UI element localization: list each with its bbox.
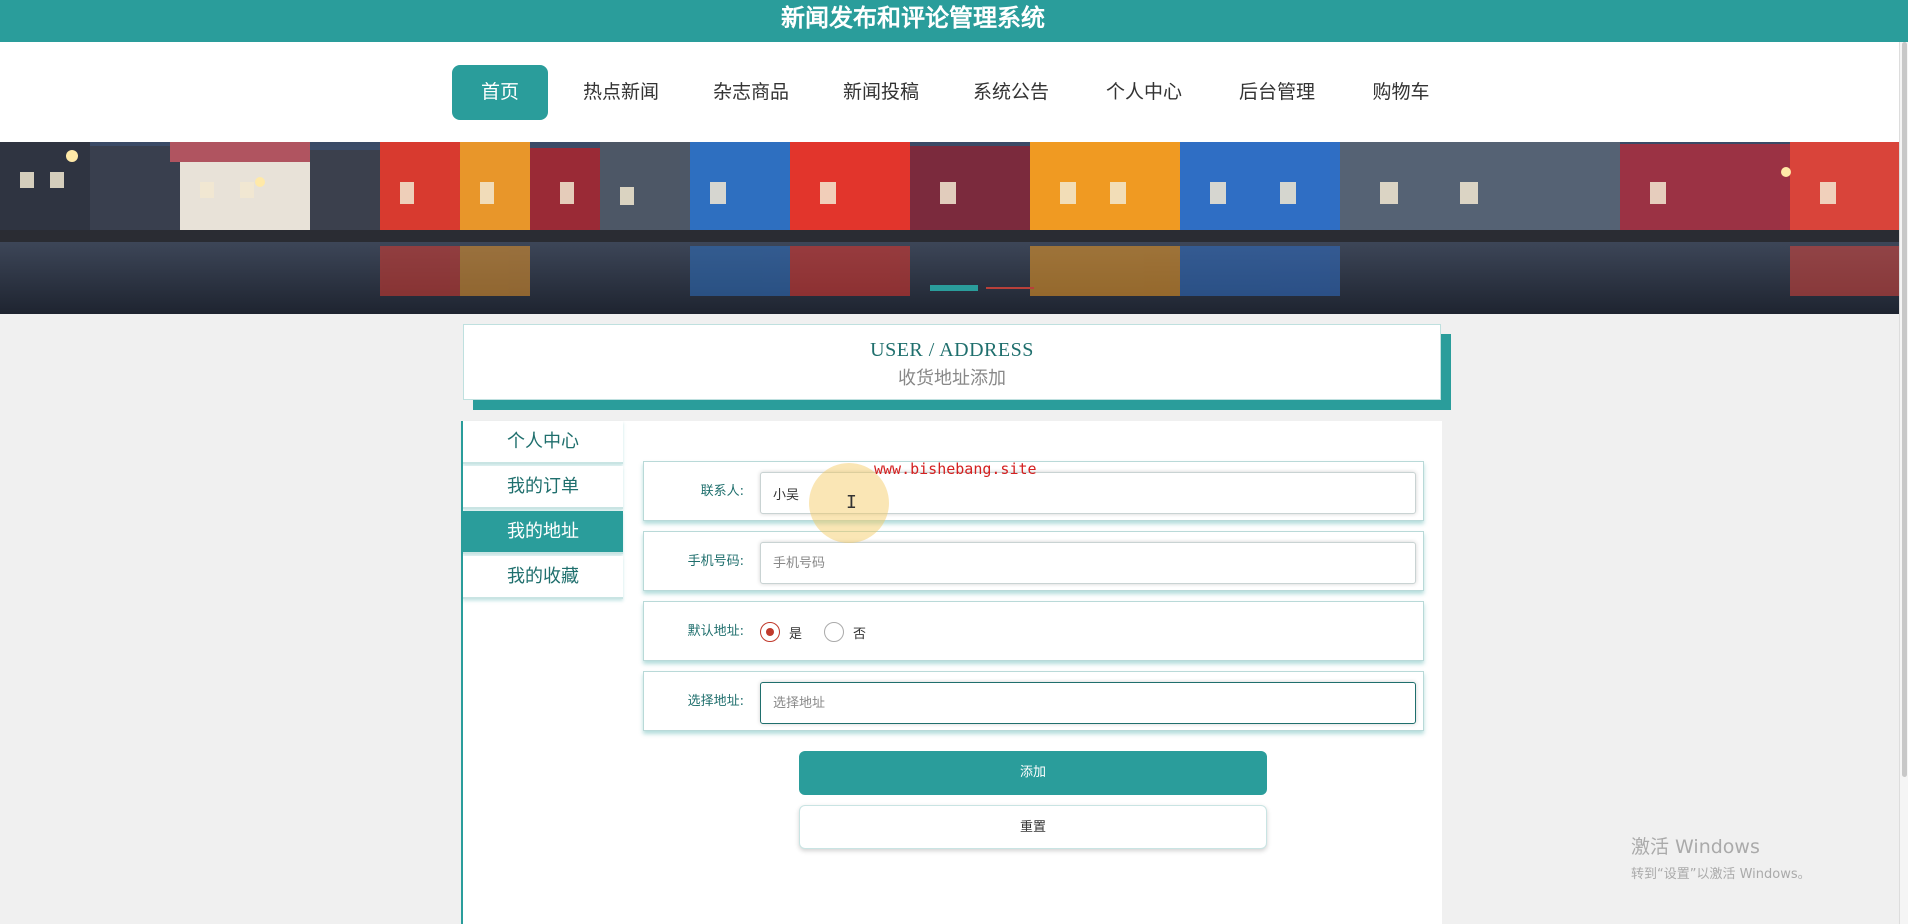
nav-item-admin[interactable]: 后台管理 bbox=[1226, 65, 1328, 120]
page-title-en: USER / ADDRESS bbox=[870, 339, 1034, 361]
side-item-my-orders[interactable]: 我的订单 bbox=[463, 466, 623, 509]
radio-checked-icon[interactable] bbox=[760, 622, 780, 642]
form-row-select-address: 选择地址: bbox=[643, 671, 1424, 731]
phone-input[interactable] bbox=[760, 542, 1416, 584]
scrollbar-thumb[interactable] bbox=[1902, 42, 1907, 777]
main-nav: 首页 热点新闻 杂志商品 新闻投稿 系统公告 个人中心 后台管理 购物车 bbox=[0, 42, 1908, 142]
side-item-my-address[interactable]: 我的地址 bbox=[463, 511, 623, 554]
site-title: 新闻发布和评论管理系统 bbox=[781, 4, 1045, 32]
form-row-default-address: 默认地址: 是 否 bbox=[643, 601, 1424, 661]
radio-option-no[interactable]: 否 bbox=[824, 622, 866, 642]
radio-unchecked-icon[interactable] bbox=[824, 622, 845, 642]
nav-item-announcements[interactable]: 系统公告 bbox=[960, 65, 1062, 120]
phone-label: 手机号码: bbox=[687, 554, 744, 569]
form-row-phone: 手机号码: bbox=[643, 531, 1424, 591]
banner-image bbox=[0, 142, 1908, 314]
side-item-personal-center[interactable]: 个人中心 bbox=[463, 421, 623, 464]
nav-item-personal-center[interactable]: 个人中心 bbox=[1093, 65, 1195, 120]
radio-option-yes[interactable]: 是 bbox=[760, 622, 802, 642]
nav-item-hot-news[interactable]: 热点新闻 bbox=[570, 65, 672, 120]
nav-item-news-submission[interactable]: 新闻投稿 bbox=[830, 65, 932, 120]
page-scrollbar[interactable] bbox=[1899, 42, 1908, 924]
reset-button[interactable]: 重置 bbox=[799, 805, 1267, 849]
page-header-card: USER / ADDRESS 收货地址添加 bbox=[463, 324, 1441, 400]
add-button[interactable]: 添加 bbox=[799, 751, 1267, 795]
windows-activation-hint: 转到“设置”以激活 Windows。 bbox=[1631, 867, 1811, 882]
windows-activation-title: 激活 Windows bbox=[1631, 836, 1760, 858]
windows-activation-notice: 激活 Windows 转到“设置”以激活 Windows。 bbox=[1631, 832, 1811, 882]
content-panel: 个人中心 我的订单 我的地址 我的收藏 联系人: 手机号码: 默认地址: 是 否… bbox=[461, 421, 1442, 924]
nav-item-magazine-goods[interactable]: 杂志商品 bbox=[700, 65, 802, 120]
side-item-my-favorites[interactable]: 我的收藏 bbox=[463, 556, 623, 599]
contact-label: 联系人: bbox=[700, 484, 744, 499]
radio-option-no-label: 否 bbox=[853, 626, 867, 642]
radio-option-yes-label: 是 bbox=[789, 626, 803, 642]
page-title-cn: 收货地址添加 bbox=[898, 368, 1006, 389]
select-address-label: 选择地址: bbox=[687, 694, 744, 709]
top-title-bar: 新闻发布和评论管理系统 bbox=[0, 0, 1908, 42]
text-cursor-icon: I bbox=[846, 492, 857, 513]
default-address-label: 默认地址: bbox=[687, 624, 744, 639]
side-menu: 个人中心 我的订单 我的地址 我的收藏 bbox=[463, 421, 623, 601]
watermark-url: www.bishebang.site bbox=[874, 460, 1037, 478]
default-address-radio-group: 是 否 bbox=[760, 602, 888, 662]
select-address-input[interactable] bbox=[760, 682, 1416, 724]
nav-item-cart[interactable]: 购物车 bbox=[1360, 65, 1442, 120]
nav-item-home[interactable]: 首页 bbox=[452, 65, 548, 120]
harbor-houses-illustration bbox=[0, 142, 1908, 314]
